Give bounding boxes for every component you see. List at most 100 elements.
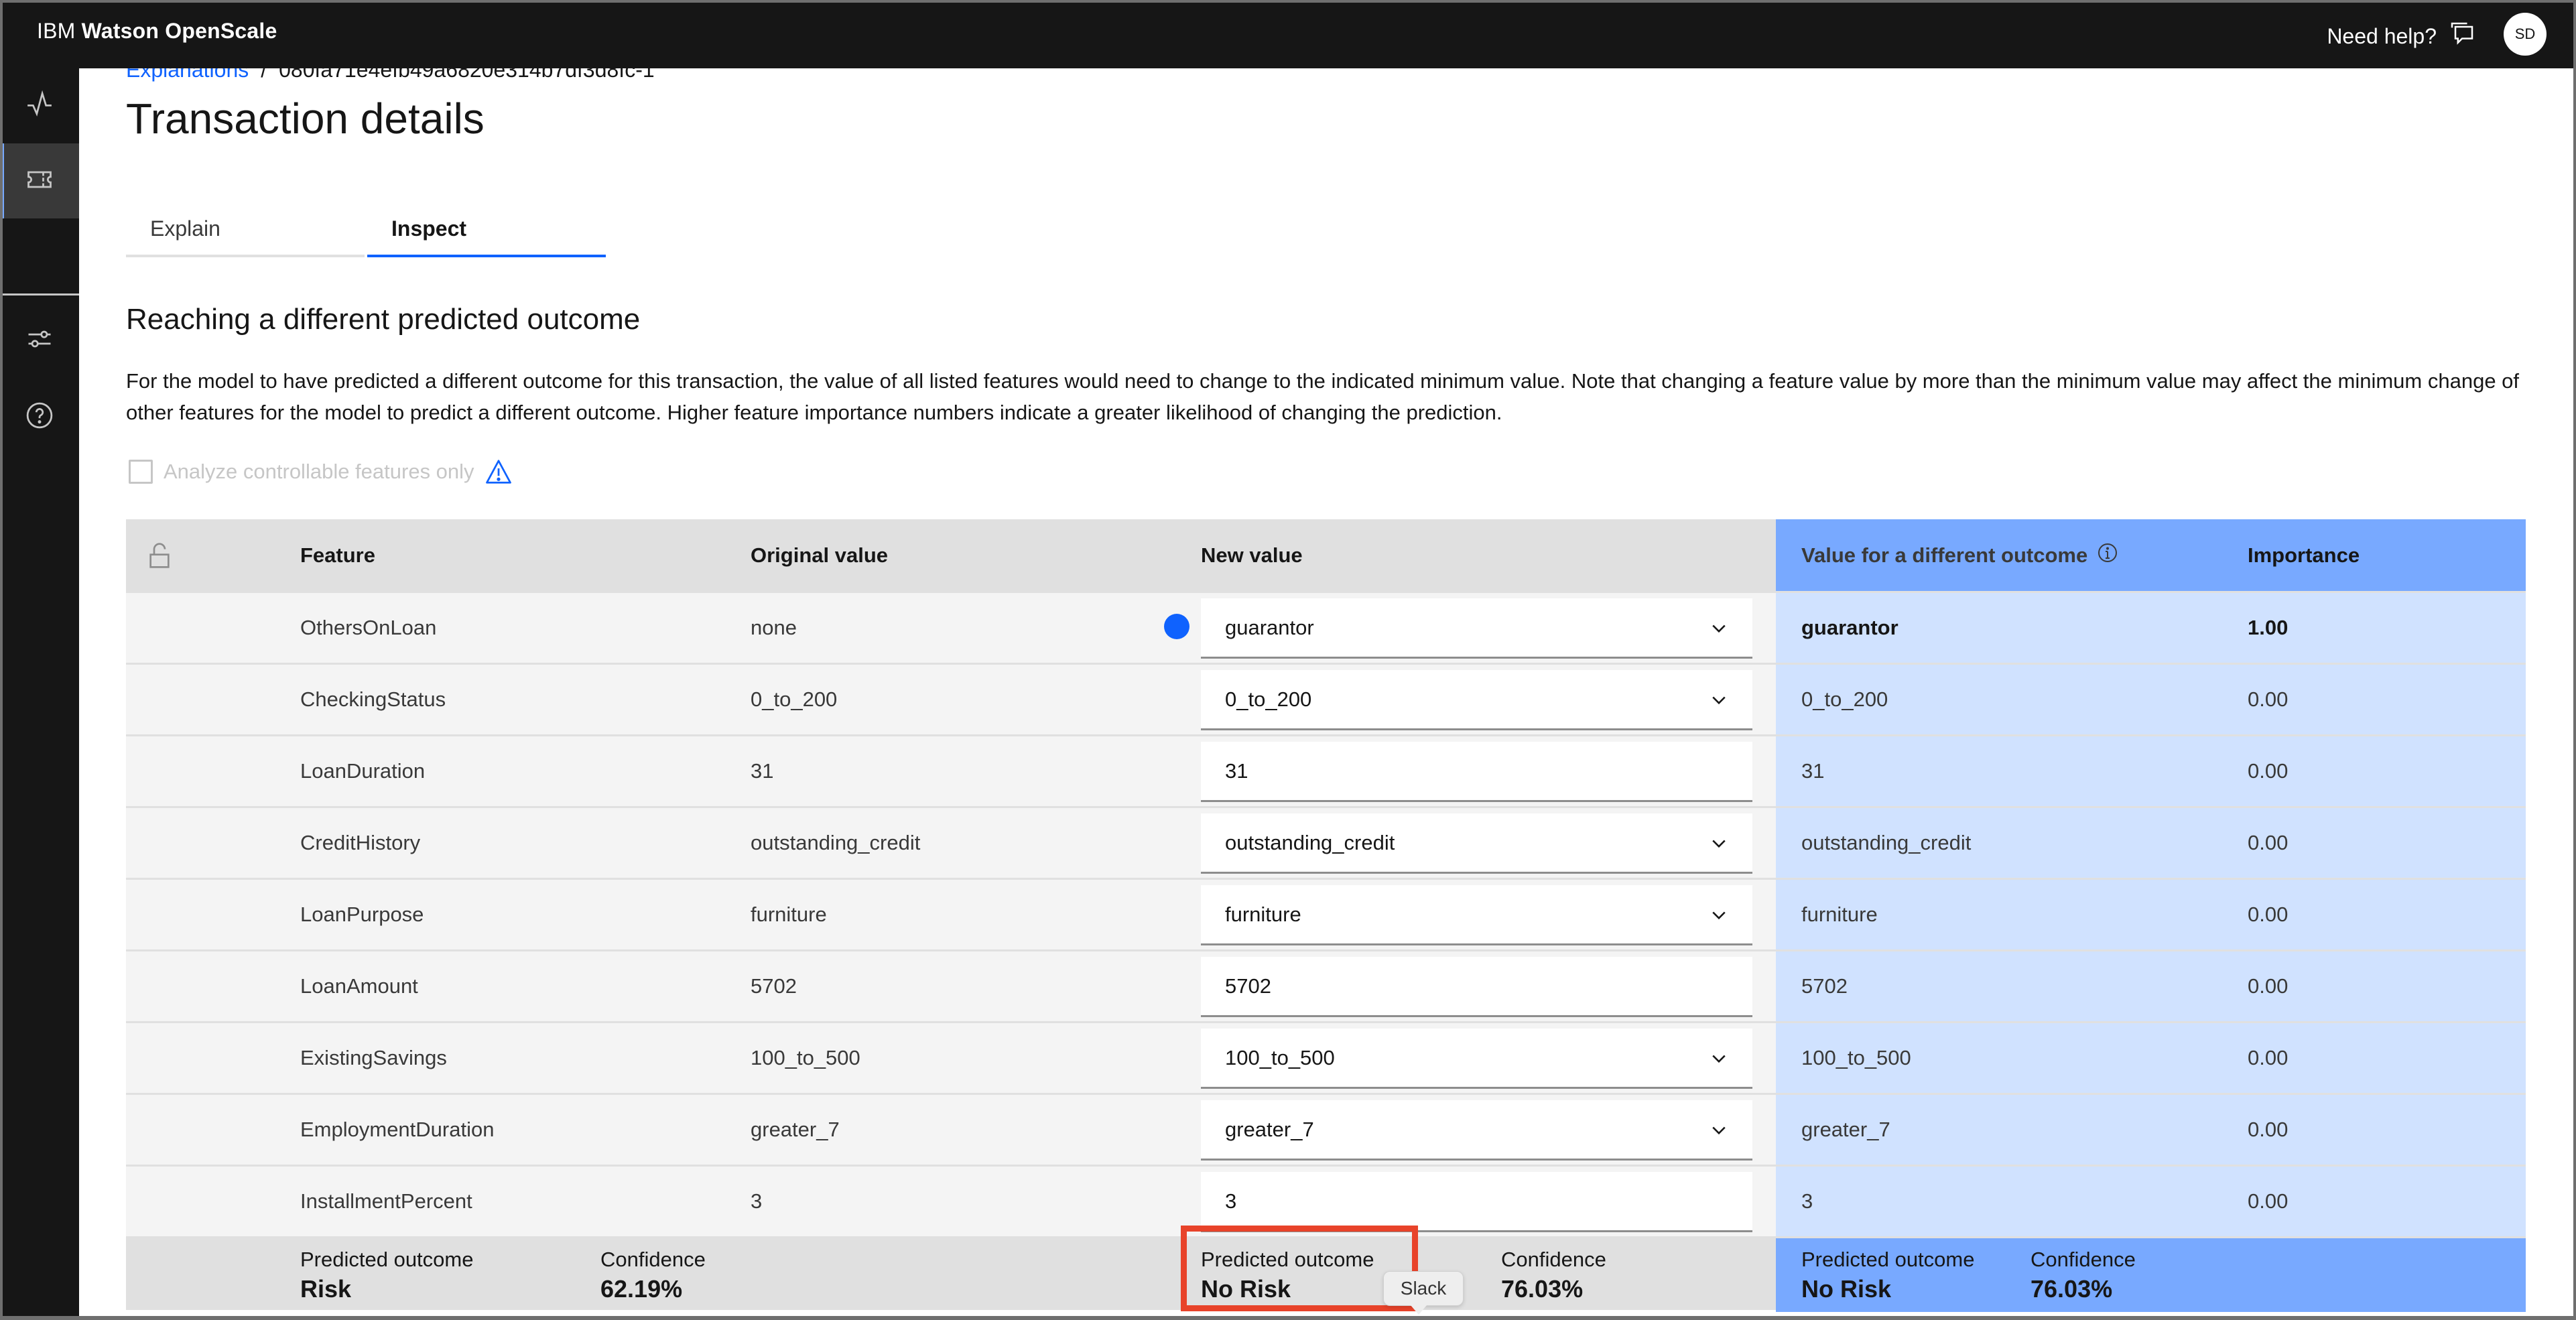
different-outcome-value: 31 (1801, 759, 1825, 783)
page-title: Transaction details (126, 94, 485, 143)
sidebar-item-configure[interactable] (0, 303, 79, 378)
new-value-dropdown[interactable]: guarantor (1201, 598, 1752, 659)
chevron-down-icon (1710, 1049, 1728, 1067)
new-value-dropdown[interactable]: 100_to_500 (1201, 1029, 1752, 1089)
different-confidence-label: Confidence (2031, 1248, 2136, 1271)
controllable-features-checkbox[interactable] (129, 460, 153, 484)
different-outcome-value: 3 (1801, 1189, 1813, 1213)
importance-value: 0.00 (2248, 831, 2289, 854)
importance-value: 0.00 (2248, 1189, 2289, 1213)
importance-value: 0.00 (2248, 1046, 2289, 1069)
section-description: For the model to have predicted a differ… (126, 369, 2520, 424)
new-value-dropdown[interactable]: furniture (1201, 885, 1752, 945)
feature-name: InstallmentPercent (300, 1189, 472, 1213)
tab-list: Explain Inspect (126, 208, 606, 257)
header-different-outcome: Value for a different outcome (1801, 519, 2118, 591)
original-predicted-outcome: Predicted outcome Risk (300, 1246, 473, 1305)
different-outcome-value: outstanding_credit (1801, 831, 1972, 854)
different-confidence-value: 76.03% (2031, 1275, 2113, 1303)
inspect-table: Feature Original value New value Value f… (126, 519, 2526, 1312)
importance-value: 1.00 (2248, 616, 2289, 639)
user-avatar[interactable]: SD (2504, 13, 2547, 56)
different-outcome-value: 100_to_500 (1801, 1046, 1911, 1069)
section-title: Reaching a different predicted outcome (126, 303, 641, 336)
chat-icon (2449, 20, 2475, 52)
different-outcome-label: Predicted outcome (1801, 1248, 1975, 1271)
feature-name: LoanAmount (300, 974, 418, 998)
chevron-down-icon (1710, 1120, 1728, 1139)
new-confidence: Confidence 76.03% (1501, 1246, 1606, 1305)
top-navigation-bar: IBM Watson OpenScale Need help? SD (0, 0, 2576, 68)
original-value: greater_7 (751, 1118, 840, 1141)
new-value-dropdown[interactable]: greater_7 (1201, 1100, 1752, 1161)
feature-name: LoanDuration (300, 759, 426, 783)
tab-inspect[interactable]: Inspect (367, 208, 606, 257)
sidebar-item-help[interactable] (0, 379, 79, 454)
new-value-selected: greater_7 (1225, 1117, 1314, 1141)
table-row: LoanAmount 5702 5702 5702 0.00 (126, 949, 2526, 1021)
help-icon (25, 401, 54, 434)
new-value-text: 5702 (1225, 974, 1271, 998)
different-outcome-cell-bg (1776, 880, 2526, 949)
unlock-icon[interactable] (149, 542, 170, 569)
importance-value: 0.00 (2248, 1118, 2289, 1141)
different-outcome-value: greater_7 (1801, 1118, 1890, 1141)
chevron-down-icon (1710, 834, 1728, 852)
original-value: none (751, 616, 797, 639)
original-value: outstanding_credit (751, 831, 921, 854)
brand-prefix: IBM (37, 19, 76, 43)
feature-name: CreditHistory (300, 831, 421, 854)
table-row: ExistingSavings 100_to_500 100_to_500 100_t… (126, 1021, 2526, 1093)
new-value-text: 3 (1225, 1189, 1237, 1213)
header-new-value[interactable]: New value (1201, 519, 1303, 591)
new-value-input[interactable]: 31 (1201, 742, 1752, 802)
chevron-down-icon (1710, 905, 1728, 924)
different-outcome-cell-bg (1776, 1167, 2526, 1236)
importance-value: 0.00 (2248, 903, 2289, 926)
info-icon[interactable] (2087, 542, 2118, 569)
new-value-selected: furniture (1225, 902, 1301, 926)
warning-icon[interactable] (485, 458, 512, 485)
different-outcome-cell-bg (1776, 736, 2526, 806)
header-original-value[interactable]: Original value (751, 519, 888, 591)
highlight-annotation (1181, 1226, 1418, 1311)
chevron-down-icon (1710, 690, 1728, 709)
feature-name: ExistingSavings (300, 1046, 447, 1069)
feature-name: EmploymentDuration (300, 1118, 495, 1141)
sidebar (0, 68, 79, 1320)
controllable-features-option: Analyze controllable features only (129, 458, 512, 485)
header-feature[interactable]: Feature (300, 519, 375, 591)
sidebar-item-explain[interactable] (0, 143, 79, 218)
table-row: CheckingStatus 0_to_200 0_to_200 0_to_200 0.… (126, 663, 2526, 734)
original-value: 3 (751, 1189, 763, 1213)
dock-tooltip: Slack (1383, 1271, 1464, 1315)
new-value-input[interactable]: 5702 (1201, 957, 1752, 1017)
feature-name: OthersOnLoan (300, 616, 437, 639)
original-outcome-label: Predicted outcome (300, 1248, 474, 1271)
need-help-link[interactable]: Need help? (2327, 20, 2475, 52)
original-value: 31 (751, 759, 774, 783)
importance-value: 0.00 (2248, 974, 2289, 998)
original-confidence-label: Confidence (600, 1248, 706, 1271)
new-value-selected: guarantor (1225, 615, 1314, 639)
different-predicted-outcome: Predicted outcome No Risk (1801, 1246, 1974, 1305)
new-value-input[interactable]: 3 (1201, 1172, 1752, 1232)
new-value-dropdown[interactable]: 0_to_200 (1201, 670, 1752, 730)
different-outcome-cell-bg (1776, 951, 2526, 1021)
new-value-dropdown[interactable]: outstanding_credit (1201, 813, 1752, 874)
sidebar-item-insights[interactable] (0, 68, 79, 143)
chevron-down-icon (1710, 618, 1728, 637)
header-importance[interactable]: Importance (2248, 519, 2360, 591)
importance-value: 0.00 (2248, 687, 2289, 711)
brand-product: Watson OpenScale (81, 19, 277, 43)
original-value: 5702 (751, 974, 797, 998)
new-confidence-value: 76.03% (1501, 1275, 1584, 1303)
table-body: OthersOnLoan none guarantor guarantor 1.00 Ch… (126, 591, 2526, 1236)
different-outcome-value: 5702 (1801, 974, 1848, 998)
original-confidence-value: 62.19% (600, 1275, 683, 1303)
new-value-text: 31 (1225, 758, 1248, 783)
new-value-selected: outstanding_credit (1225, 830, 1395, 854)
header-different-outcome-label: Value for a different outcome (1801, 543, 2088, 567)
app-brand[interactable]: IBM Watson OpenScale (37, 19, 277, 44)
tab-explain[interactable]: Explain (126, 208, 365, 257)
